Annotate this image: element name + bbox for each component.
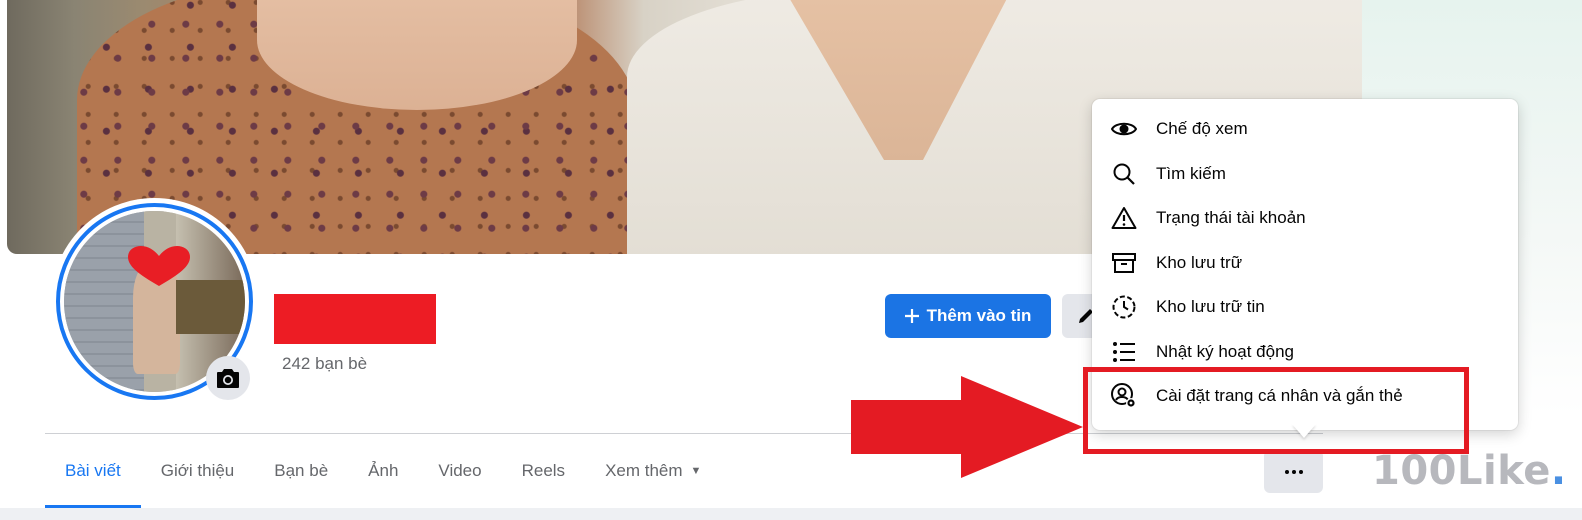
- tab-photos[interactable]: Ảnh: [348, 434, 418, 508]
- menu-item-label: Kho lưu trữ tin: [1156, 297, 1265, 317]
- tab-label: Giới thiệu: [160, 461, 235, 480]
- watermark-logo: 100Like.: [1372, 448, 1567, 494]
- story-archive-icon: [1112, 295, 1136, 319]
- camera-icon: [217, 369, 239, 388]
- archive-icon: [1112, 252, 1136, 273]
- menu-item-label: Trạng thái tài khoản: [1156, 208, 1306, 228]
- tab-label: Bạn bè: [274, 461, 329, 480]
- tab-label: Video: [438, 461, 482, 480]
- ellipsis-icon: [1284, 469, 1303, 474]
- tab-label: Xem thêm: [605, 461, 683, 480]
- menu-item-search[interactable]: Tìm kiếm: [1100, 152, 1510, 197]
- tab-friends[interactable]: Bạn bè: [254, 434, 348, 508]
- tab-reels[interactable]: Reels: [502, 434, 585, 508]
- change-avatar-camera-button[interactable]: [206, 356, 250, 400]
- add-to-story-label: Thêm vào tin: [926, 306, 1032, 325]
- friends-count[interactable]: 242 bạn bè: [282, 354, 367, 374]
- menu-item-label: Kho lưu trữ: [1156, 252, 1243, 272]
- profile-tabs: Bài viết Giới thiệu Bạn bè Ảnh Video Ree…: [45, 434, 721, 508]
- avatar-shop: [176, 279, 245, 335]
- highlight-box: [1083, 367, 1469, 454]
- activity-log-icon: [1113, 341, 1135, 362]
- heart-sticker-icon: [128, 246, 190, 286]
- tab-label: Bài viết: [65, 461, 121, 480]
- tab-label: Reels: [521, 461, 566, 480]
- eye-icon: [1111, 123, 1137, 136]
- tab-video[interactable]: Video: [418, 434, 501, 508]
- tab-posts[interactable]: Bài viết: [45, 434, 141, 508]
- add-to-story-button[interactable]: Thêm vào tin: [885, 294, 1051, 338]
- menu-item-label: Nhật ký hoạt động: [1156, 341, 1294, 361]
- search-icon: [1113, 163, 1135, 185]
- more-options-button[interactable]: [1264, 450, 1323, 493]
- tab-see-more[interactable]: Xem thêm ▼: [585, 434, 721, 508]
- watermark-dot: .: [1550, 448, 1567, 494]
- menu-item-archive[interactable]: Kho lưu trữ: [1100, 241, 1510, 286]
- warning-icon: [1111, 207, 1137, 230]
- menu-item-story-archive[interactable]: Kho lưu trữ tin: [1100, 285, 1510, 330]
- profile-name-redacted: [274, 294, 436, 344]
- menu-item-account-status[interactable]: Trạng thái tài khoản: [1100, 196, 1510, 241]
- tab-about[interactable]: Giới thiệu: [141, 434, 255, 508]
- plus-icon: [904, 309, 919, 323]
- menu-item-label: Chế độ xem: [1156, 119, 1248, 139]
- menu-item-label: Tìm kiếm: [1156, 163, 1226, 183]
- menu-item-view-as[interactable]: Chế độ xem: [1100, 107, 1510, 152]
- caret-down-icon: ▼: [690, 465, 702, 477]
- watermark-text: 100Like: [1372, 448, 1551, 494]
- tab-label: Ảnh: [368, 461, 399, 480]
- page-background-strip: [0, 508, 1582, 520]
- red-arrow-icon: [851, 376, 1083, 478]
